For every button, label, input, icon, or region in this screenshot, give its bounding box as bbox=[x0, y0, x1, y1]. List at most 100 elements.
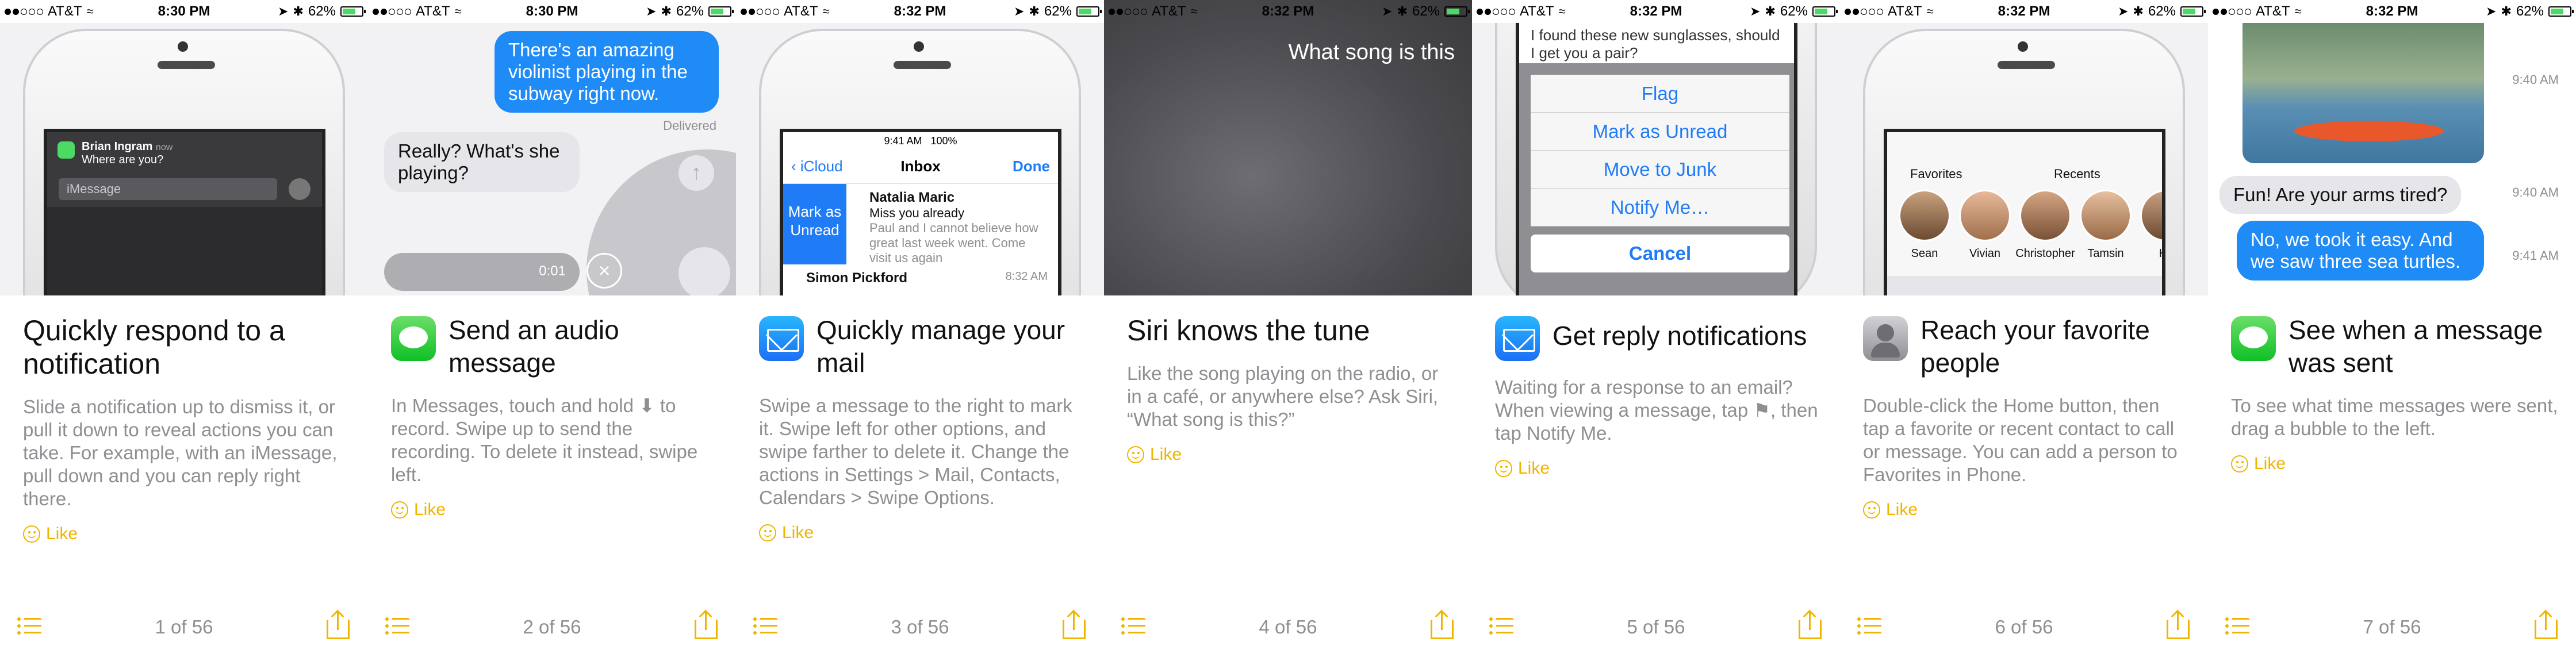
inbox-time: 9:41 AM bbox=[884, 135, 922, 147]
mail-sender: Natalia Maric bbox=[869, 190, 955, 205]
mail-sender: Simon Pickford bbox=[806, 270, 908, 286]
mic-icon[interactable] bbox=[289, 178, 310, 200]
status-bar: AT&T ≈ 8:32 PM ➤ ✱ 62% bbox=[1840, 0, 2208, 23]
avatar[interactable] bbox=[1959, 190, 2011, 241]
smile-icon bbox=[1495, 460, 1512, 477]
bottom-toolbar: 6 of 56 bbox=[1840, 598, 2208, 653]
notification-banner[interactable]: Brian Ingram now Where are you? iMessage bbox=[47, 132, 322, 207]
favorites-label: Favorites bbox=[1910, 167, 1962, 181]
tip-card-4: AT&T ≈ 8:32 PM ➤ ✱ 62% What song is this Si… bbox=[1104, 0, 1472, 653]
like-button[interactable]: Like bbox=[391, 500, 719, 520]
delivered-label: Delivered bbox=[663, 118, 716, 133]
tip-card-6: AT&T ≈ 8:32 PM ➤ ✱ 62% Favorites Recents Se… bbox=[1840, 0, 2208, 653]
tip-card-2: AT&T ≈ 8:30 PM ➤ ✱ 62% There's an amazing v… bbox=[368, 0, 736, 653]
record-button[interactable] bbox=[678, 247, 730, 295]
inbox-battery: 100% bbox=[930, 135, 957, 147]
avatar[interactable] bbox=[2019, 190, 2071, 241]
app-switcher-strip bbox=[1887, 276, 2162, 295]
outgoing-bubble: No, we took it easy. And we saw three se… bbox=[2237, 221, 2484, 281]
share-icon[interactable] bbox=[2167, 609, 2190, 639]
status-bar: AT&T ≈ 8:32 PM ➤ ✱ 62% bbox=[1104, 0, 1472, 23]
bluetooth-icon: ✱ bbox=[1029, 4, 1040, 18]
bottom-toolbar: 5 of 56 bbox=[1472, 598, 1840, 653]
tip-card-5: AT&T ≈ 8:32 PM ➤ ✱ 62% I found these new su… bbox=[1472, 0, 1840, 653]
move-to-junk-option[interactable]: Move to Junk bbox=[1531, 151, 1789, 189]
audio-duration: 0:01 bbox=[539, 263, 566, 279]
send-up-icon[interactable]: ↑ bbox=[678, 155, 714, 191]
recents-label: Recents bbox=[2054, 167, 2100, 181]
tip-description: Like the song playing on the radio, or i… bbox=[1127, 363, 1439, 430]
page-counter: 2 of 56 bbox=[523, 616, 581, 637]
contacts-app-icon bbox=[1863, 316, 1908, 361]
like-label: Like bbox=[46, 524, 78, 543]
notification-time: now bbox=[155, 143, 173, 152]
avatar[interactable] bbox=[2140, 190, 2162, 241]
share-icon[interactable] bbox=[1799, 609, 1822, 639]
status-bar: AT&T ≈ 8:30 PM ➤ ✱ 62% bbox=[368, 0, 736, 23]
mail-app-icon bbox=[759, 316, 804, 361]
tip-title: See when a message was sent bbox=[2288, 315, 2543, 378]
battery-label: 62% bbox=[1412, 3, 1440, 19]
page-counter: 1 of 56 bbox=[155, 616, 213, 637]
phone-mockup: 9:41 AM 100% ‹ iCloud Inbox Done Mark as… bbox=[759, 29, 1081, 295]
messages-app-icon bbox=[391, 316, 436, 361]
tip-illustration: Favorites Recents Sean Vivian Christophe… bbox=[1840, 23, 2208, 295]
mail-preview: Paul and I cannot believe how great last… bbox=[869, 221, 1038, 265]
reply-field[interactable]: iMessage bbox=[59, 178, 277, 200]
delete-icon[interactable]: × bbox=[586, 253, 622, 289]
phone-mockup: Favorites Recents Sean Vivian Christophe… bbox=[1863, 29, 2185, 295]
notify-me-option[interactable]: Notify Me… bbox=[1531, 189, 1789, 226]
battery-label: 62% bbox=[2148, 3, 2176, 19]
tip-title: Reach your favorite people bbox=[1920, 315, 2150, 378]
kayak-image bbox=[2294, 121, 2444, 141]
share-icon[interactable] bbox=[1063, 609, 1086, 639]
tip-description: In Messages, touch and hold ⬇ to record.… bbox=[391, 395, 698, 485]
bottom-toolbar: 2 of 56 bbox=[368, 598, 736, 653]
mark-unread-option[interactable]: Mark as Unread bbox=[1531, 113, 1789, 151]
like-button[interactable]: Like bbox=[23, 524, 351, 544]
contact-name: Vivian bbox=[1969, 247, 2001, 260]
bluetooth-icon: ✱ bbox=[2501, 4, 2512, 18]
avatar[interactable] bbox=[2080, 190, 2132, 241]
like-label: Like bbox=[1518, 459, 1550, 478]
done-button[interactable]: Done bbox=[1013, 158, 1050, 175]
battery-icon bbox=[2180, 6, 2206, 17]
share-icon[interactable] bbox=[1431, 609, 1454, 639]
outgoing-bubble: There's an amazing violinist playing in … bbox=[494, 31, 719, 113]
mark-unread-action[interactable]: Mark as Unread bbox=[783, 184, 846, 264]
contact-name: Tamsin bbox=[2087, 247, 2124, 260]
like-label: Like bbox=[1150, 445, 1182, 464]
share-icon[interactable] bbox=[327, 609, 350, 639]
like-button[interactable]: Like bbox=[2231, 454, 2559, 474]
share-icon[interactable] bbox=[2535, 609, 2558, 639]
location-icon: ➤ bbox=[278, 4, 289, 18]
bottom-toolbar: 1 of 56 bbox=[0, 598, 368, 653]
photo-message[interactable] bbox=[2242, 23, 2484, 163]
contact-name: Sean bbox=[1911, 247, 1938, 260]
tip-illustration: There's an amazing violinist playing in … bbox=[368, 23, 736, 295]
page-counter: 4 of 56 bbox=[1259, 616, 1317, 637]
page-counter: 5 of 56 bbox=[1627, 616, 1685, 637]
cancel-button[interactable]: Cancel bbox=[1531, 235, 1789, 272]
notification-body: Where are you? bbox=[82, 153, 164, 166]
mail-row[interactable]: Simon Pickford 8:32 AM bbox=[783, 268, 1058, 286]
like-button[interactable]: Like bbox=[1495, 459, 1823, 478]
mail-row[interactable]: Natalia Maric Miss you already Paul and … bbox=[846, 184, 1058, 265]
email-body: I found these new sunglasses, should I g… bbox=[1519, 23, 1794, 63]
share-icon[interactable] bbox=[695, 609, 718, 639]
tip-title: Send an audio message bbox=[448, 315, 619, 378]
avatar[interactable] bbox=[1899, 190, 1950, 241]
flag-option[interactable]: Flag bbox=[1531, 75, 1789, 113]
bluetooth-icon: ✱ bbox=[1765, 4, 1776, 18]
tip-title: Quickly manage your mail bbox=[816, 315, 1065, 378]
like-button[interactable]: Like bbox=[1863, 500, 2191, 520]
tip-title: Quickly respond to a notification bbox=[23, 314, 285, 380]
location-icon: ➤ bbox=[1382, 4, 1393, 18]
like-button[interactable]: Like bbox=[759, 523, 1087, 543]
bluetooth-icon: ✱ bbox=[2133, 4, 2144, 18]
audio-clip[interactable]: 0:01 bbox=[384, 253, 580, 291]
smile-icon bbox=[23, 525, 40, 543]
smile-icon bbox=[1863, 501, 1880, 518]
like-button[interactable]: Like bbox=[1127, 445, 1455, 464]
message-time: 9:40 AM bbox=[2512, 72, 2559, 87]
